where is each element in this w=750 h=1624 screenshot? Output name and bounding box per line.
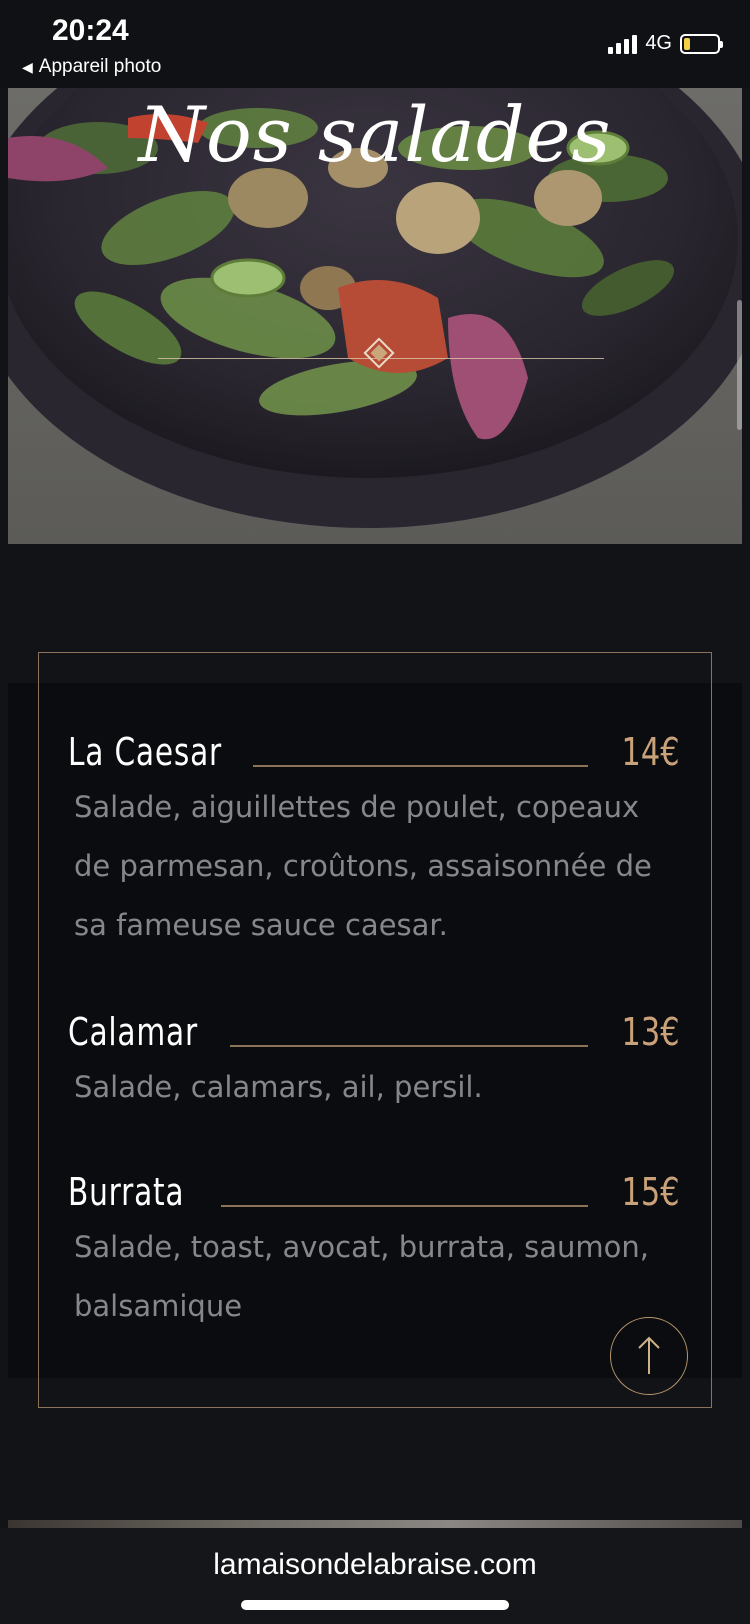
browser-url-bar[interactable]: lamaisondelabraise.com [0,1528,750,1624]
menu-item-description: Salade, calamars, ail, persil. [74,1070,483,1104]
menu-item-divider [253,765,588,767]
menu-item-price: 13€ [621,1010,680,1054]
menu-item-name: La Caesar [68,730,223,774]
menu-item: La Caesar 14€ Salade, aiguillettes de po… [68,730,680,950]
arrow-up-icon [638,1336,660,1374]
menu-item-price: 15€ [621,1170,680,1214]
menu-item-price: 14€ [621,730,680,774]
url-text: lamaisondelabraise.com [213,1548,537,1581]
menu-item-name: Calamar [68,1010,198,1054]
battery-level [684,37,690,50]
status-time: 20:24 [52,14,129,47]
network-type: 4G [645,32,672,54]
back-to-app-link[interactable]: ◀ Appareil photo [22,56,161,78]
hero-banner: Nos salades [8,88,742,544]
scroll-to-top-button[interactable] [610,1317,688,1395]
signal-strength-icon [608,34,638,54]
status-indicators: 4G [608,32,723,55]
menu-item-description: Salade, toast, avocat, burrata, saumon, … [74,1230,650,1323]
menu-item: Calamar 13€ Salade, calamars, ail, persi… [68,1010,680,1110]
battery-icon [680,33,723,54]
menu-item-divider [221,1205,588,1207]
screen: 20:24 ◀ Appareil photo 4G Nos salades La… [0,0,750,1624]
back-link-label: Appareil photo [38,56,162,77]
menu-item-description: Salade, aiguillettes de poulet, copeaux … [74,790,652,942]
hero-title: Nos salades [138,90,612,179]
menu-item-divider [230,1045,588,1047]
status-bar: 20:24 ◀ Appareil photo 4G [0,0,750,88]
home-indicator[interactable] [241,1600,509,1610]
menu-item-name: Burrata [68,1170,185,1214]
back-triangle-icon: ◀ [22,58,33,75]
menu-item: Burrata 15€ Salade, toast, avocat, burra… [68,1170,680,1330]
scrollbar[interactable] [737,300,742,430]
